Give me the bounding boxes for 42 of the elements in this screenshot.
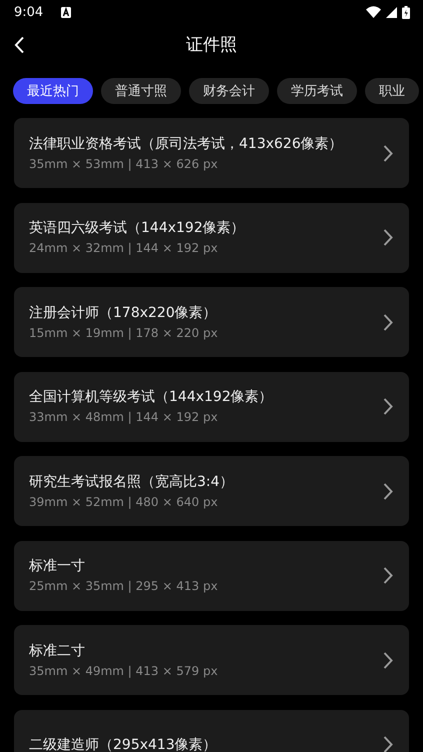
photo-size-card[interactable]: 二级建造师（295x413像素） [14,710,409,752]
photo-size-card[interactable]: 标准二寸 35mm × 49mm | 413 × 579 px [14,625,409,695]
notification-icon [61,6,72,18]
status-time: 9:04 [14,4,44,20]
battery-icon [402,6,410,18]
size-spec: 35mm × 49mm | 413 × 579 px [29,664,219,678]
size-spec: 39mm × 52mm | 480 × 640 px [29,494,219,510]
chevron-right-icon [383,482,393,500]
chevron-right-icon [383,229,393,246]
category-tab[interactable]: 学历考试 [277,78,357,104]
size-spec: 33mm × 48mm | 144 × 192 px [29,410,219,425]
category-tab[interactable]: 最近热门 [13,78,93,104]
size-spec: 25mm × 35mm | 295 × 413 px [29,579,219,594]
size-title: 法律职业资格考试（原司法考试，413x626像素） [29,134,344,152]
photo-size-card[interactable]: 英语四六级考试（144x192像素） 24mm × 32mm | 144 × 192 px [14,202,409,272]
size-title: 英语四六级考试（144x192像素） [29,219,246,237]
signal-icon [386,6,397,18]
chevron-right-icon [383,314,393,330]
category-tab[interactable]: 财务会计 [189,78,269,104]
wifi-icon [366,6,381,18]
size-title: 全国计算机等级考试（144x192像素） [29,388,274,406]
size-title: 标准一寸 [29,557,86,575]
photo-size-card[interactable]: 全国计算机等级考试（144x192像素） 33mm × 48mm | 144 × 192 px [14,372,409,442]
chevron-right-icon [383,398,393,415]
chevron-right-icon [383,652,393,668]
chevron-right-icon [383,144,393,162]
size-title: 标准二寸 [29,642,86,660]
size-spec: 35mm × 53mm | 413 × 626 px [29,156,219,172]
photo-size-card[interactable]: 法律职业资格考试（原司法考试，413x626像素） 35mm × 53mm | 413 × 626 px [14,118,409,188]
size-title: 二级建造师（295x413像素） [29,736,218,752]
page-title: 证件照 [186,34,237,56]
photo-size-card[interactable]: 研究生考试报名照（宽高比3:4） 39mm × 52mm | 480 × 640 px [14,456,409,526]
photo-size-card[interactable]: 注册会计师（178x220像素） 15mm × 19mm | 178 × 220 px [14,287,409,357]
chevron-right-icon [383,567,393,584]
photo-size-card[interactable]: 标准一寸 25mm × 35mm | 295 × 413 px [14,540,409,610]
size-spec: 24mm × 32mm | 144 × 192 px [29,241,219,256]
size-title: 注册会计师（178x220像素） [29,304,218,322]
chevron-right-icon [383,736,393,752]
category-tab[interactable]: 普通寸照 [101,78,181,104]
category-tab[interactable]: 职业 [365,78,419,104]
size-spec: 15mm × 19mm | 178 × 220 px [29,326,219,340]
size-title: 研究生考试报名照（宽高比3:4） [29,472,235,490]
